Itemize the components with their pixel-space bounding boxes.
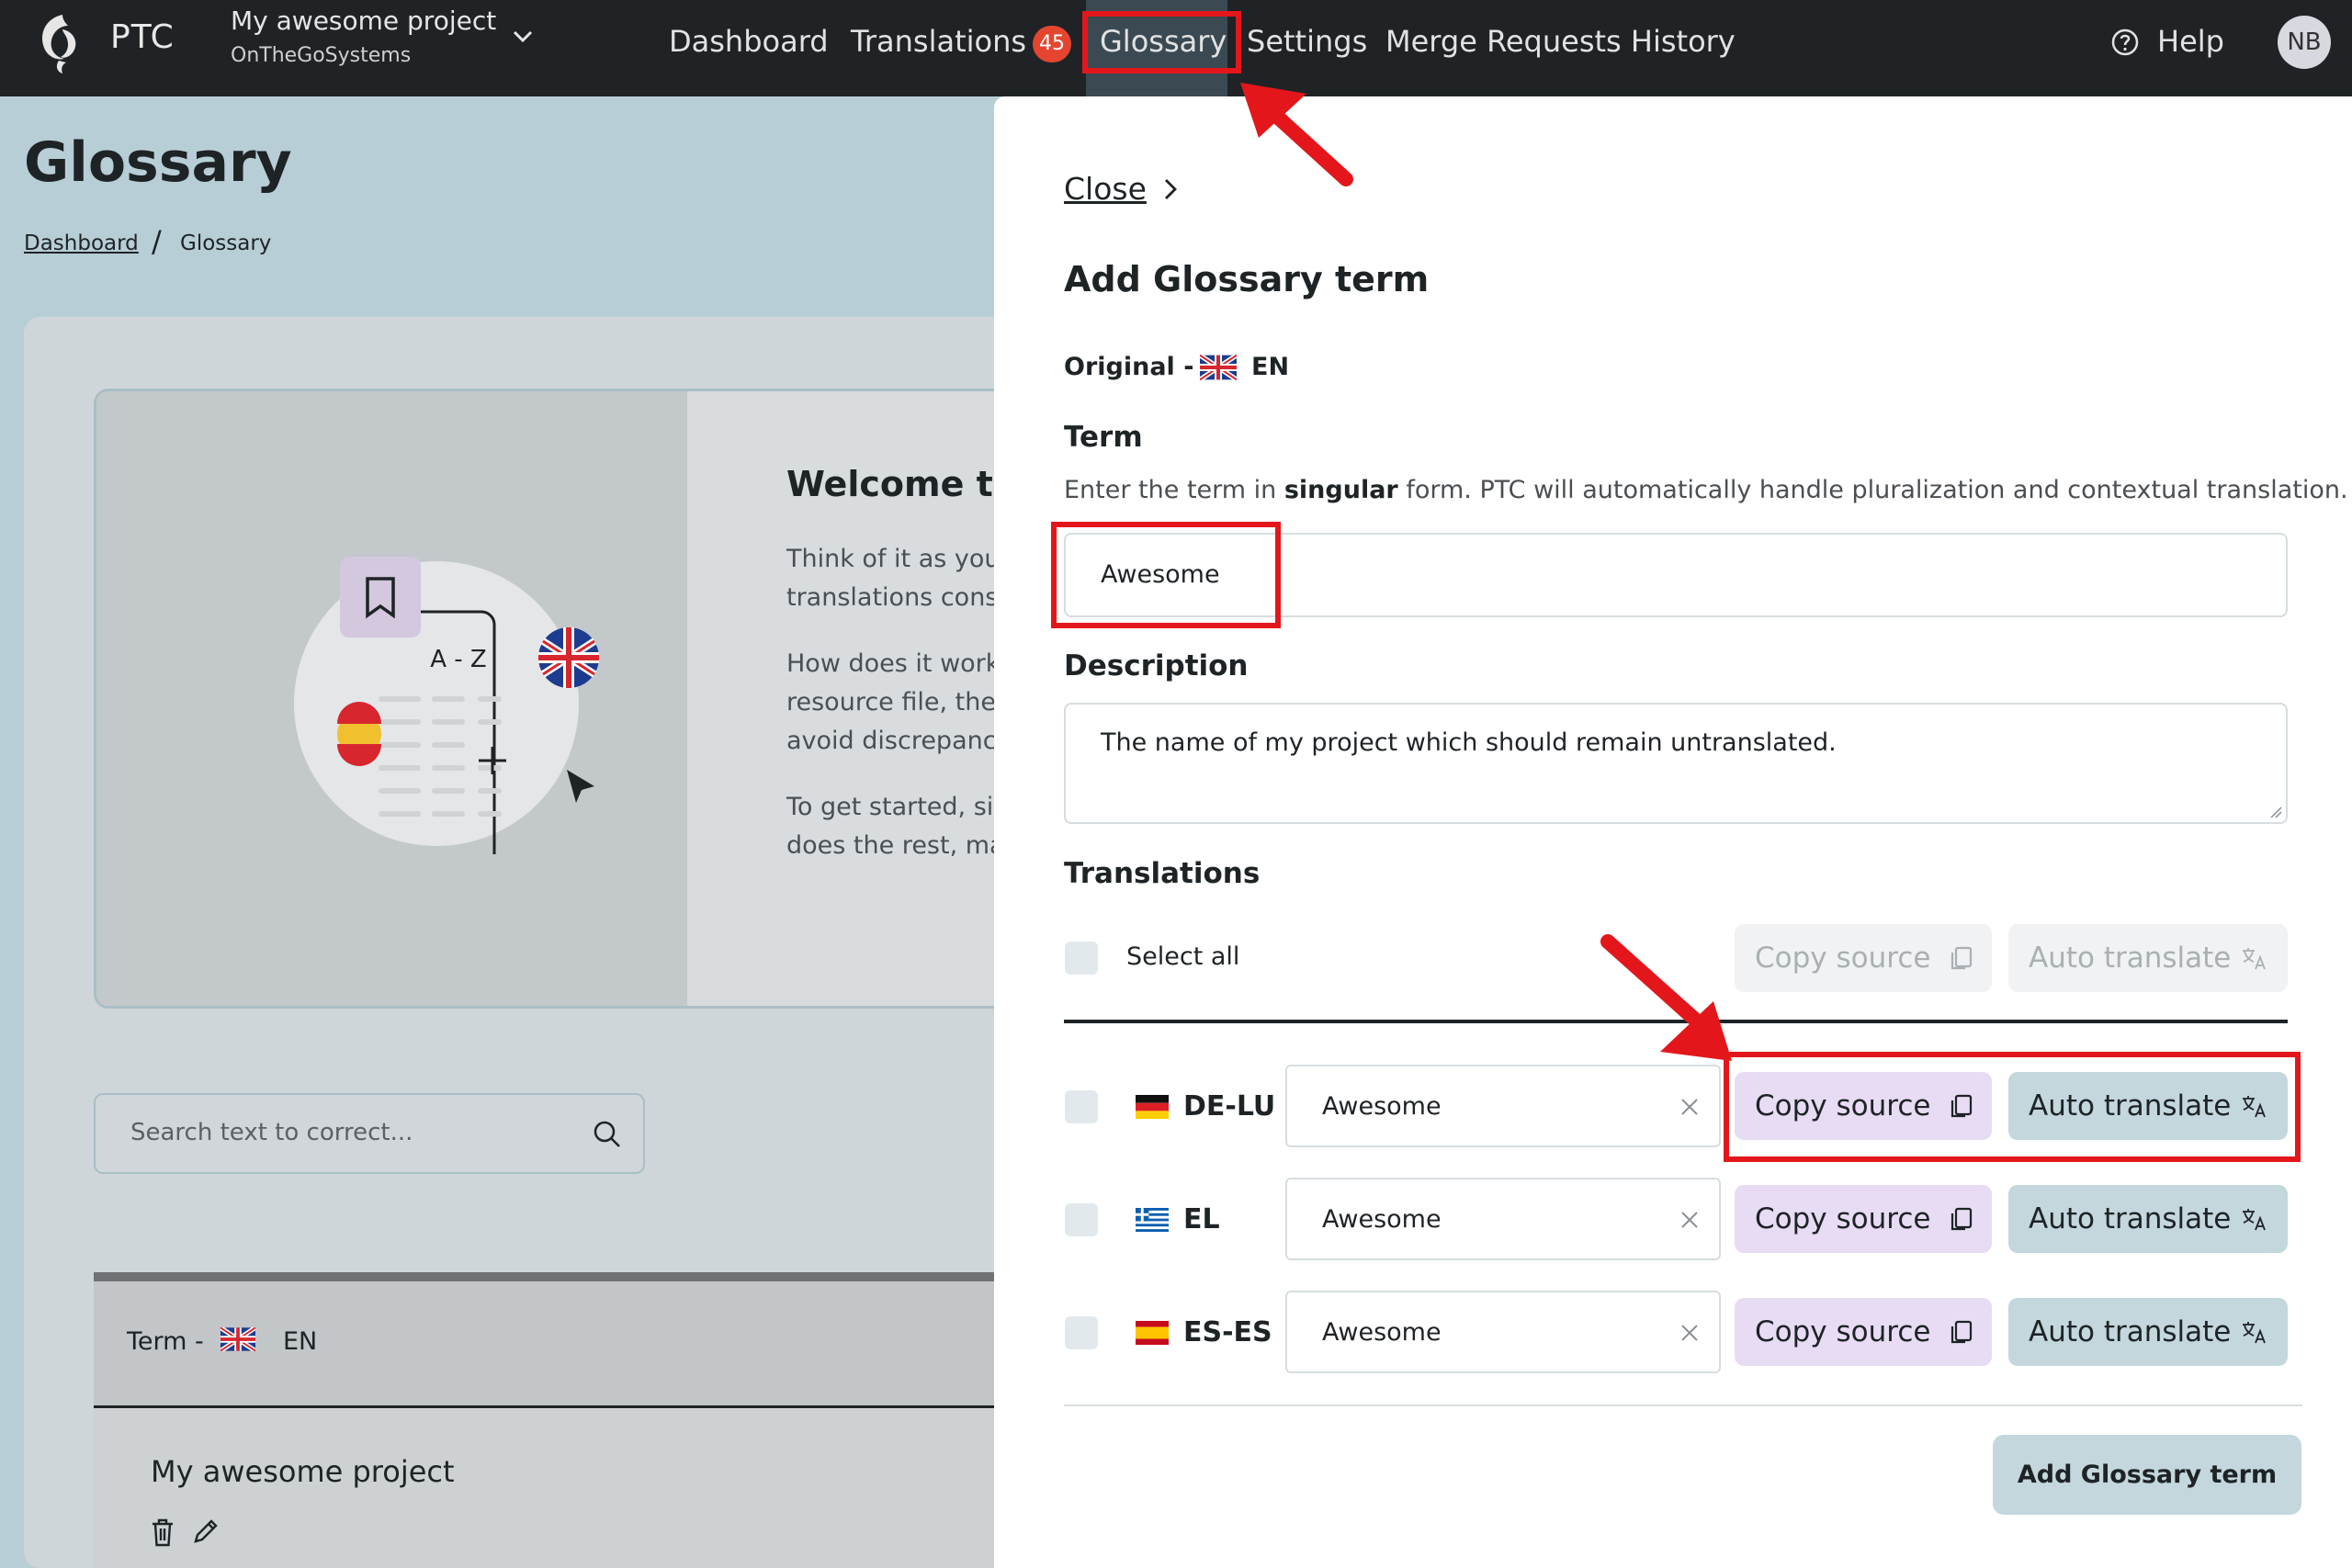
term-help-text: Enter the term in singular form. PTC wil… [1064, 476, 2348, 504]
welcome-text-line: resource file, the [786, 688, 996, 716]
bulk-auto-translate-label: Auto translate [2029, 942, 2232, 975]
bulk-copy-source-button[interactable]: Copy source [1735, 924, 1992, 992]
project-name[interactable]: My awesome project [231, 6, 496, 36]
close-link[interactable]: Close [1064, 171, 1147, 207]
translations-count-badge: 45 [1033, 26, 1071, 62]
panel-footer-divider [1064, 1404, 2302, 1406]
chevron-right-icon[interactable] [1159, 176, 1182, 202]
welcome-text-line: To get started, sir [786, 793, 1004, 821]
translation-value: Awesome [1322, 1205, 1442, 1234]
chevron-down-icon[interactable] [510, 24, 536, 50]
bulk-auto-translate-button[interactable]: Auto translate [2008, 924, 2288, 992]
add-glossary-term-button[interactable]: Add Glossary term [1993, 1435, 2301, 1515]
copy-source-button-es-es[interactable]: Copy source [1735, 1298, 1992, 1366]
nav-settings[interactable]: Settings [1247, 24, 1367, 59]
row-checkbox-de-lu[interactable] [1065, 1090, 1098, 1123]
translation-input-el[interactable]: Awesome [1285, 1178, 1721, 1260]
pencil-icon[interactable] [191, 1517, 219, 1546]
glossary-term-text: My awesome project [151, 1454, 455, 1489]
page-title: Glossary [24, 130, 292, 195]
table-top-border [94, 1272, 1031, 1281]
welcome-text-line: translations cons [786, 583, 999, 612]
translate-icon [2243, 948, 2266, 970]
highlight-box-term-input [1051, 522, 1281, 628]
trash-icon[interactable] [149, 1517, 176, 1548]
welcome-text-line: How does it work? [786, 649, 1013, 678]
breadcrumb-current: Glossary [180, 231, 272, 255]
search-input[interactable]: Search text to correct... [94, 1093, 645, 1174]
nav-merge-requests-history[interactable]: Merge Requests History [1385, 24, 1736, 59]
translate-icon [2243, 1209, 2266, 1231]
row-lang-code: ES-ES [1183, 1316, 1272, 1348]
search-placeholder: Search text to correct... [130, 1119, 413, 1146]
row-lang-code: EL [1183, 1203, 1220, 1235]
project-organization: OnTheGoSystems [231, 44, 412, 67]
copy-source-label: Copy source [1755, 1315, 1931, 1348]
breadcrumb-dashboard[interactable]: Dashboard [24, 231, 139, 255]
row-lang-code: DE-LU [1183, 1090, 1276, 1122]
translation-value: Awesome [1322, 1318, 1442, 1347]
drawer-title: Add Glossary term [1064, 259, 1430, 299]
bulk-copy-source-label: Copy source [1755, 942, 1931, 975]
copy-source-label: Copy source [1755, 1202, 1931, 1235]
translation-value: Awesome [1322, 1092, 1442, 1121]
original-label: Original - [1064, 353, 1194, 381]
glossary-illustration: A - Z [294, 557, 599, 854]
description-value: The name of my project which should rema… [1101, 728, 1837, 757]
clear-icon[interactable] [1679, 1322, 1701, 1344]
annotation-arrow-icon [1240, 83, 1353, 186]
nav-dashboard[interactable]: Dashboard [669, 24, 829, 59]
table-header-lang: EN [283, 1327, 318, 1356]
nav-translations[interactable]: Translations [851, 24, 1026, 59]
resize-grip-icon[interactable] [2269, 806, 2282, 818]
row-checkbox-el[interactable] [1065, 1203, 1098, 1236]
clear-icon[interactable] [1679, 1209, 1701, 1231]
description-textarea[interactable]: The name of my project which should rema… [1064, 703, 2288, 824]
original-lang-code: EN [1251, 353, 1290, 381]
auto-translate-button-es-es[interactable]: Auto translate [2008, 1298, 2288, 1366]
welcome-text-line: Think of it as your [786, 545, 1011, 573]
greece-flag-icon [1136, 1208, 1169, 1232]
copy-icon [1951, 1320, 1973, 1344]
help-circle-icon[interactable] [2110, 28, 2140, 57]
welcome-text-line: does the rest, ma [786, 831, 1005, 860]
translation-input-es-es[interactable]: Awesome [1285, 1291, 1721, 1373]
ptc-logo-icon[interactable] [35, 11, 86, 75]
search-icon[interactable] [592, 1119, 623, 1150]
translate-icon [2243, 1322, 2266, 1344]
user-avatar[interactable]: NB [2278, 16, 2331, 69]
spain-flag-icon [1136, 1321, 1169, 1345]
breadcrumb-separator: / [152, 224, 162, 259]
germany-flag-icon [1136, 1095, 1169, 1119]
help-link[interactable]: Help [2157, 24, 2224, 59]
copy-icon [1951, 946, 1973, 970]
auto-translate-button-el[interactable]: Auto translate [2008, 1185, 2288, 1253]
table-header-term: Term - [127, 1327, 204, 1356]
welcome-title: Welcome to [786, 464, 1017, 504]
translation-input-de-lu[interactable]: Awesome [1285, 1065, 1721, 1147]
copy-icon [1951, 1207, 1973, 1231]
brand-name: PTC [110, 18, 175, 56]
select-all-checkbox[interactable] [1065, 942, 1098, 975]
annotation-arrow-icon [1600, 934, 1732, 1061]
clear-icon[interactable] [1679, 1096, 1701, 1118]
row-checkbox-es-es[interactable] [1065, 1316, 1098, 1349]
highlight-box-glossary-nav [1082, 11, 1241, 73]
welcome-text-line: avoid discrepanc [786, 727, 997, 755]
select-all-label[interactable]: Select all [1126, 942, 1239, 971]
table-row[interactable]: My awesome project [94, 1408, 1031, 1568]
copy-source-button-el[interactable]: Copy source [1735, 1185, 1992, 1253]
uk-flag-icon [1200, 355, 1237, 380]
translations-label: Translations [1064, 857, 1261, 890]
auto-translate-label: Auto translate [2029, 1315, 2232, 1348]
highlight-box-row-buttons [1724, 1052, 2301, 1162]
table-header: Term - EN [94, 1281, 1031, 1408]
svg-text:A - Z: A - Z [430, 646, 487, 673]
description-label: Description [1064, 649, 1249, 682]
term-label: Term [1064, 421, 1143, 454]
uk-flag-icon [220, 1327, 255, 1351]
auto-translate-label: Auto translate [2029, 1202, 2232, 1235]
